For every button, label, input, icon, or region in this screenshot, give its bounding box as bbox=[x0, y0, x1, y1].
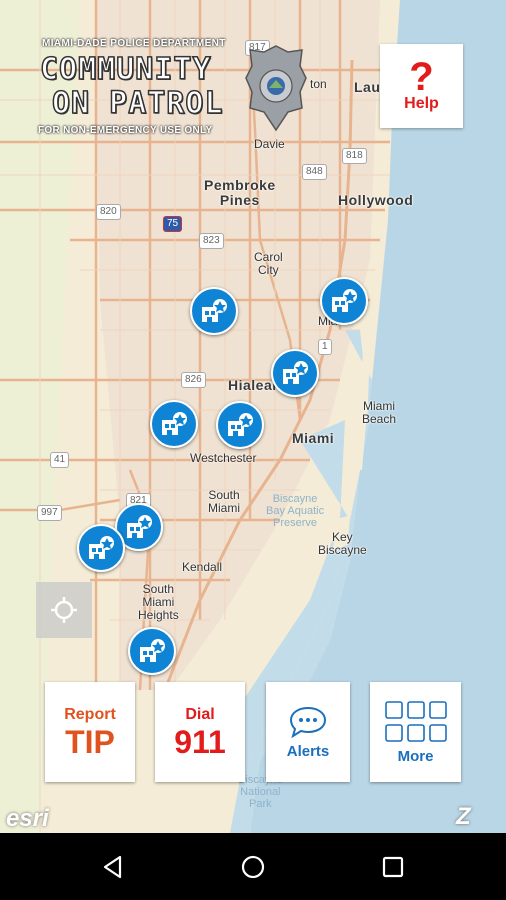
report-label: Report bbox=[64, 706, 116, 723]
police-badge-icon bbox=[245, 45, 307, 132]
banner-subtitle: FOR NON-EMERGENCY USE ONLY bbox=[38, 125, 213, 136]
police-station-marker[interactable] bbox=[320, 277, 368, 325]
locate-me-button[interactable] bbox=[36, 582, 92, 638]
banner-department: MIAMI-DADE POLICE DEPARTMENT bbox=[42, 38, 226, 49]
dial-911-button[interactable]: Dial 911 bbox=[155, 682, 245, 782]
grid-icon bbox=[384, 700, 447, 742]
route-shield: 997 bbox=[37, 505, 62, 521]
label-davie: Davie bbox=[254, 137, 285, 151]
police-station-marker[interactable] bbox=[271, 349, 319, 397]
label-south-miami: South Miami bbox=[208, 488, 240, 516]
police-station-icon bbox=[89, 536, 114, 559]
police-station-icon bbox=[332, 289, 357, 312]
route-shield: 823 bbox=[199, 233, 224, 249]
label-hollywood: Hollywood bbox=[338, 192, 414, 208]
label-carol-city: Carol City bbox=[254, 250, 283, 278]
dial-label: Dial bbox=[185, 706, 215, 723]
more-label: More bbox=[397, 747, 434, 765]
police-station-marker[interactable] bbox=[190, 287, 238, 335]
police-station-icon bbox=[283, 361, 308, 384]
police-station-icon bbox=[228, 413, 253, 436]
crosshair-icon bbox=[51, 597, 77, 623]
label-miami: Miami bbox=[292, 430, 335, 446]
help-button[interactable]: ? Help bbox=[380, 44, 463, 128]
label-key-biscayne: Key Biscayne bbox=[318, 530, 367, 558]
recents-square-icon bbox=[382, 856, 404, 877]
dial-number: 911 bbox=[174, 724, 226, 760]
help-label: Help bbox=[404, 95, 439, 112]
esri-logo: esri bbox=[6, 805, 49, 832]
map-view[interactable]: Lau ton Davie Pembroke Pines Hollywood C… bbox=[0, 0, 506, 833]
alerts-button[interactable]: Alerts bbox=[266, 682, 350, 782]
recents-button[interactable] bbox=[353, 833, 433, 900]
label-lauderdale: Lau bbox=[354, 79, 381, 95]
label-pembroke-pines: Pembroke Pines bbox=[204, 177, 276, 209]
banner-title-line2: ON PATROL bbox=[51, 85, 224, 122]
police-station-marker[interactable] bbox=[128, 627, 176, 675]
interstate-shield: 75 bbox=[163, 216, 183, 232]
label-ton: ton bbox=[310, 77, 327, 91]
chat-bubble-icon bbox=[289, 706, 327, 738]
route-shield: 41 bbox=[50, 452, 70, 468]
back-triangle-icon bbox=[103, 855, 122, 878]
police-station-icon bbox=[162, 412, 187, 435]
android-nav-bar bbox=[0, 833, 506, 900]
back-button[interactable] bbox=[73, 833, 153, 900]
label-miami-beach: Miami Beach bbox=[362, 399, 397, 427]
route-shield: 848 bbox=[302, 164, 327, 180]
police-station-marker[interactable] bbox=[216, 401, 264, 449]
label-kendall: Kendall bbox=[182, 560, 223, 574]
police-station-icon bbox=[202, 299, 227, 322]
police-station-marker[interactable] bbox=[77, 524, 125, 572]
more-button[interactable]: More bbox=[370, 682, 461, 782]
label-south-miami-heights: South Miami Heights bbox=[138, 582, 179, 623]
banner-title-line1: COMMUNITY bbox=[39, 51, 212, 88]
police-station-marker[interactable] bbox=[150, 400, 198, 448]
route-shield: 826 bbox=[181, 372, 206, 388]
home-circle-icon bbox=[241, 855, 265, 878]
brand-logo: Z bbox=[456, 803, 471, 830]
police-station-icon bbox=[140, 639, 165, 662]
route-shield: 1 bbox=[318, 339, 332, 355]
alerts-label: Alerts bbox=[286, 742, 330, 760]
label-westchester: Westchester bbox=[190, 451, 257, 465]
question-mark-icon: ? bbox=[409, 55, 434, 99]
route-shield: 818 bbox=[342, 148, 367, 164]
tip-label: TIP bbox=[65, 724, 115, 760]
route-shield: 820 bbox=[96, 204, 121, 220]
home-button[interactable] bbox=[213, 833, 293, 900]
label-biscayne-bay: Biscayne Bay Aquatic Preserve bbox=[266, 493, 325, 530]
police-station-icon bbox=[127, 515, 152, 538]
report-tip-button[interactable]: Report TIP bbox=[45, 682, 135, 782]
